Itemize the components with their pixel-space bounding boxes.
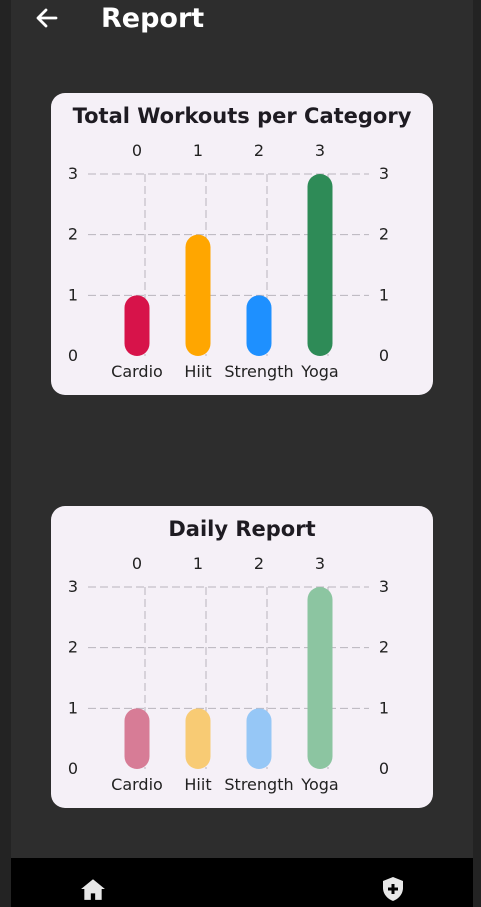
y-tick-label-right: 0 [379,346,389,365]
bar-strength[interactable] [246,295,272,356]
daily-report-chart-card: Daily Report 0 0 1 1 2 2 3 3 0 1 2 3 Cardio Hiit Stren… [51,506,433,808]
category-label: Hiit [184,775,211,794]
device-frame-right [473,0,481,907]
page-title: Report [101,3,205,34]
y-tick-label-right: 1 [379,285,389,304]
y-tick-label-right: 3 [379,164,389,183]
y-tick-label-left: 3 [68,164,78,183]
y-tick-label-left: 1 [68,285,78,304]
y-tick-label-right: 2 [379,638,389,657]
category-label: Yoga [300,362,338,381]
device-frame-left [0,0,11,907]
y-tick-label-left: 3 [68,577,78,596]
y-tick-label-left: 1 [68,698,78,717]
top-axis-label: 0 [132,554,142,573]
bar-yoga[interactable] [307,174,333,356]
y-tick-label-left: 0 [68,759,78,778]
top-axis-label: 0 [132,141,142,160]
bar-hiit[interactable] [185,708,211,769]
top-axis-label: 2 [254,141,264,160]
bar-strength[interactable] [246,708,272,769]
category-label: Cardio [111,362,163,381]
bar-hiit[interactable] [185,234,211,356]
top-axis-label: 2 [254,554,264,573]
back-arrow-icon[interactable] [34,5,60,31]
category-label: Cardio [111,775,163,794]
top-axis-label: 3 [315,554,325,573]
bar-cardio[interactable] [124,295,150,356]
category-label: Strength [224,362,293,381]
shield-plus-icon[interactable] [381,876,405,902]
y-tick-label-right: 0 [379,759,389,778]
y-tick-label-left: 0 [68,346,78,365]
y-tick-label-right: 1 [379,698,389,717]
category-label: Strength [224,775,293,794]
y-tick-label-right: 2 [379,225,389,244]
bar-yoga[interactable] [307,587,333,769]
y-tick-label-left: 2 [68,225,78,244]
total-workouts-bar-chart: 0 0 1 1 2 2 3 3 0 1 2 3 Cardio Hiit Strength Yoga [68,141,389,381]
top-axis-label: 3 [315,141,325,160]
daily-report-bar-chart: 0 0 1 1 2 2 3 3 0 1 2 3 Cardio Hiit Strength Yoga [68,554,389,794]
home-icon[interactable] [80,877,106,901]
y-tick-label-right: 3 [379,577,389,596]
y-tick-label-left: 2 [68,638,78,657]
category-label: Yoga [300,775,338,794]
top-axis-label: 1 [193,141,203,160]
total-workouts-chart-card: Total Workouts per Category 001122330123… [51,93,433,395]
top-axis-label: 1 [193,554,203,573]
bar-cardio[interactable] [124,708,150,769]
category-label: Hiit [184,362,211,381]
